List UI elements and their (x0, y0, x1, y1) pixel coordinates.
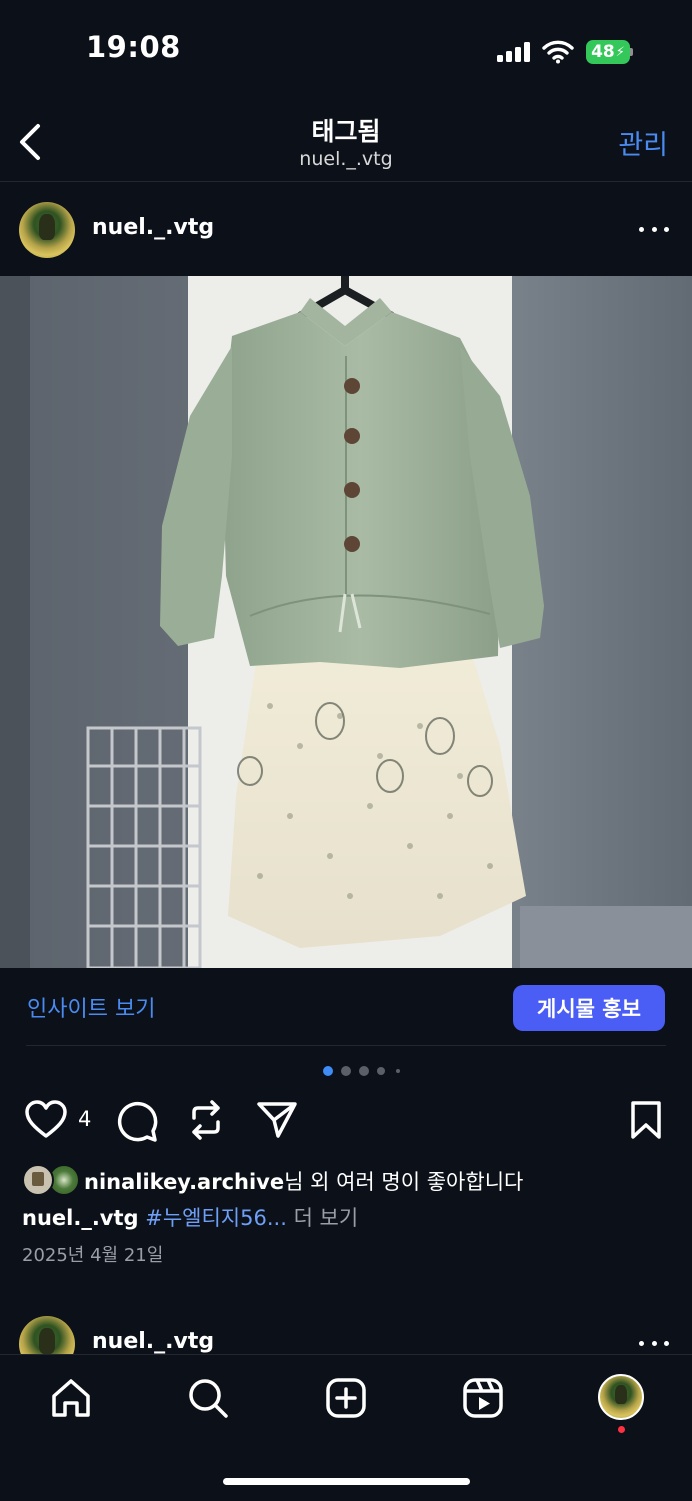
battery-level: 48 (591, 42, 615, 62)
manage-button[interactable]: 관리 (618, 123, 668, 162)
heart-icon[interactable] (24, 1100, 68, 1140)
reels-icon[interactable] (461, 1376, 505, 1420)
avatar[interactable] (19, 202, 75, 258)
caption-username[interactable]: nuel._.vtg (22, 1206, 139, 1230)
comment-icon[interactable] (115, 1099, 159, 1143)
cellular-signal-icon (497, 42, 531, 62)
carousel-dot-active (323, 1066, 333, 1076)
carousel-dot (377, 1067, 385, 1075)
next-post-username[interactable]: nuel._.vtg (92, 1329, 214, 1354)
status-time: 19:08 (86, 30, 181, 64)
post-date: 2025년 4월 21일 (22, 1245, 164, 1266)
caption-hashtag[interactable]: #누엘티지56... (145, 1206, 287, 1230)
more-options-icon[interactable] (639, 224, 669, 234)
bookmark-icon[interactable] (629, 1100, 663, 1140)
photo-illustration (0, 276, 692, 968)
liked-by-user[interactable]: ninalikey.archive (84, 1170, 284, 1194)
search-icon[interactable] (186, 1376, 230, 1420)
more-options-icon[interactable] (639, 1338, 669, 1348)
header-divider (0, 181, 692, 182)
liked-by-avatars[interactable] (22, 1164, 80, 1196)
like-count[interactable]: 4 (78, 1107, 91, 1131)
page-title: 태그됨 (311, 117, 381, 146)
liker-avatar (22, 1164, 54, 1196)
home-icon[interactable] (49, 1376, 93, 1420)
battery-charging-icon: 48 ⚡ (586, 40, 630, 64)
caption: nuel._.vtg #누엘티지56... 더 보기 (22, 1202, 358, 1232)
view-insights-link[interactable]: 인사이트 보기 (27, 991, 155, 1023)
more-link[interactable]: 더 보기 (294, 1206, 359, 1230)
page-subtitle: nuel._.vtg (299, 148, 393, 170)
profile-avatar[interactable] (598, 1374, 644, 1420)
liked-by-text[interactable]: ninalikey.archive님 외 여러 명이 좋아합니다 (84, 1166, 523, 1196)
notification-dot (618, 1426, 625, 1433)
create-post-icon[interactable] (324, 1376, 368, 1420)
home-indicator[interactable] (223, 1478, 470, 1485)
wifi-icon (542, 40, 574, 64)
carousel-dot (341, 1066, 351, 1076)
carousel-dot (396, 1069, 400, 1073)
promote-post-button[interactable]: 게시물 홍보 (513, 985, 665, 1031)
battery-tip (630, 48, 633, 56)
liked-by-suffix: 님 외 여러 명이 좋아합니다 (284, 1170, 524, 1194)
insights-divider (26, 1045, 666, 1046)
post-photo[interactable] (0, 276, 692, 968)
carousel-dot (359, 1066, 369, 1076)
share-icon[interactable] (256, 1100, 298, 1140)
post-username[interactable]: nuel._.vtg (92, 215, 214, 240)
repost-icon[interactable] (186, 1098, 226, 1142)
carousel-indicator (0, 1060, 692, 1080)
